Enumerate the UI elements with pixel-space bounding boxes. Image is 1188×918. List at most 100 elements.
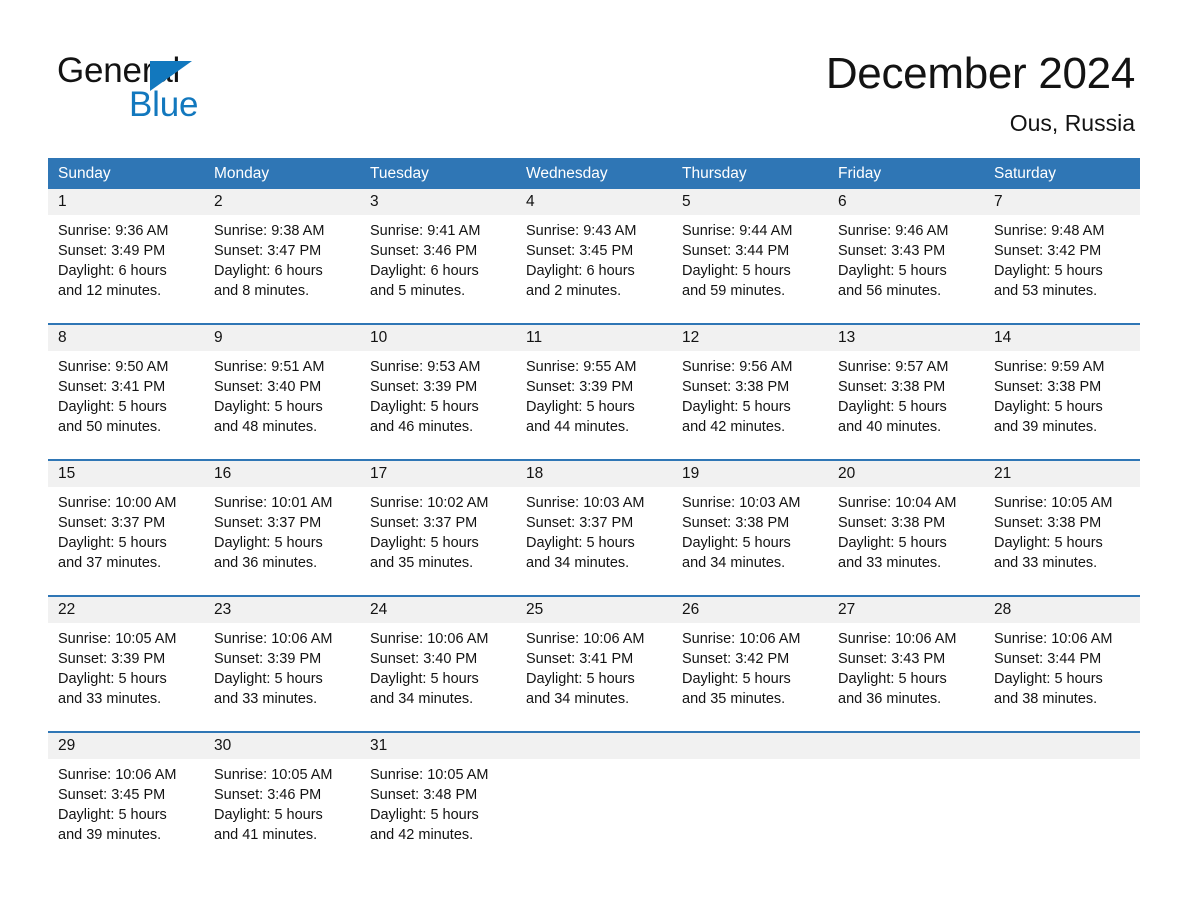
daylight-text-line1: Daylight: 5 hours [838, 535, 947, 551]
day-number[interactable]: 27 [828, 597, 984, 623]
sunrise-text: Sunrise: 9:46 AM [838, 223, 949, 239]
day-cell[interactable]: Sunrise: 10:06 AM Sunset: 3:45 PM Daylig… [48, 759, 204, 867]
sunrise-text: Sunrise: 10:06 AM [214, 631, 333, 647]
day-cell[interactable]: Sunrise: 9:59 AM Sunset: 3:38 PM Dayligh… [984, 351, 1140, 459]
day-number[interactable]: 26 [672, 597, 828, 623]
day-number[interactable]: 22 [48, 597, 204, 623]
daylight-text-line2: and 5 minutes. [370, 283, 466, 299]
day-number[interactable]: 29 [48, 733, 204, 759]
day-number[interactable]: 21 [984, 461, 1140, 487]
day-number[interactable]: 17 [360, 461, 516, 487]
daylight-text-line2: and 34 minutes. [370, 691, 474, 707]
week-daynumber-band: 29 30 31 [48, 733, 1140, 759]
daylight-text-line1: Daylight: 6 hours [58, 263, 167, 279]
day-cell[interactable]: Sunrise: 10:05 AM Sunset: 3:48 PM Daylig… [360, 759, 516, 867]
day-cell[interactable]: Sunrise: 9:50 AM Sunset: 3:41 PM Dayligh… [48, 351, 204, 459]
daylight-text-line2: and 36 minutes. [214, 555, 318, 571]
day-number[interactable]: 18 [516, 461, 672, 487]
day-number[interactable]: 31 [360, 733, 516, 759]
day-cell[interactable]: Sunrise: 10:06 AM Sunset: 3:42 PM Daylig… [672, 623, 828, 731]
day-number[interactable]: 13 [828, 325, 984, 351]
day-number[interactable]: 20 [828, 461, 984, 487]
week-daynumber-band: 22 23 24 25 26 27 28 [48, 597, 1140, 623]
daylight-text-line2: and 33 minutes. [214, 691, 318, 707]
day-number[interactable]: 5 [672, 189, 828, 215]
day-cell[interactable]: Sunrise: 10:00 AM Sunset: 3:37 PM Daylig… [48, 487, 204, 595]
day-cell[interactable]: Sunrise: 10:06 AM Sunset: 3:44 PM Daylig… [984, 623, 1140, 731]
daylight-text-line2: and 40 minutes. [838, 419, 942, 435]
daylight-text-line2: and 12 minutes. [58, 283, 162, 299]
daylight-text-line1: Daylight: 5 hours [994, 399, 1103, 415]
day-cell[interactable]: Sunrise: 9:53 AM Sunset: 3:39 PM Dayligh… [360, 351, 516, 459]
daylight-text-line2: and 33 minutes. [838, 555, 942, 571]
day-number[interactable]: 3 [360, 189, 516, 215]
calendar-week-row: 8 9 10 11 12 13 14 Sunrise: 9:50 AM Suns… [48, 323, 1140, 459]
sunset-text: Sunset: 3:42 PM [994, 243, 1102, 259]
sunset-text: Sunset: 3:37 PM [526, 515, 634, 531]
day-cell[interactable]: Sunrise: 10:06 AM Sunset: 3:40 PM Daylig… [360, 623, 516, 731]
day-number[interactable]: 24 [360, 597, 516, 623]
day-cell[interactable]: Sunrise: 10:06 AM Sunset: 3:41 PM Daylig… [516, 623, 672, 731]
day-number[interactable]: 9 [204, 325, 360, 351]
day-cell[interactable]: Sunrise: 9:36 AM Sunset: 3:49 PM Dayligh… [48, 215, 204, 323]
day-number[interactable]: 19 [672, 461, 828, 487]
day-number[interactable]: 16 [204, 461, 360, 487]
day-number[interactable]: 10 [360, 325, 516, 351]
sunrise-text: Sunrise: 10:05 AM [214, 767, 333, 783]
day-cell-empty [516, 759, 672, 867]
day-cell[interactable]: Sunrise: 10:02 AM Sunset: 3:37 PM Daylig… [360, 487, 516, 595]
day-cell[interactable]: Sunrise: 9:55 AM Sunset: 3:39 PM Dayligh… [516, 351, 672, 459]
day-number[interactable]: 14 [984, 325, 1140, 351]
day-cell[interactable]: Sunrise: 9:41 AM Sunset: 3:46 PM Dayligh… [360, 215, 516, 323]
sunrise-text: Sunrise: 9:55 AM [526, 359, 637, 375]
day-number-empty [828, 733, 984, 759]
daylight-text-line2: and 34 minutes. [526, 555, 630, 571]
day-number[interactable]: 4 [516, 189, 672, 215]
day-number[interactable]: 1 [48, 189, 204, 215]
sunset-text: Sunset: 3:44 PM [682, 243, 790, 259]
day-cell[interactable]: Sunrise: 10:05 AM Sunset: 3:38 PM Daylig… [984, 487, 1140, 595]
day-number-empty [516, 733, 672, 759]
day-cell[interactable]: Sunrise: 9:51 AM Sunset: 3:40 PM Dayligh… [204, 351, 360, 459]
sunrise-text: Sunrise: 10:01 AM [214, 495, 333, 511]
day-number[interactable]: 11 [516, 325, 672, 351]
day-cell[interactable]: Sunrise: 10:01 AM Sunset: 3:37 PM Daylig… [204, 487, 360, 595]
sunrise-text: Sunrise: 10:02 AM [370, 495, 489, 511]
day-number[interactable]: 30 [204, 733, 360, 759]
day-cell[interactable]: Sunrise: 9:43 AM Sunset: 3:45 PM Dayligh… [516, 215, 672, 323]
day-cell[interactable]: Sunrise: 9:38 AM Sunset: 3:47 PM Dayligh… [204, 215, 360, 323]
day-cell[interactable]: Sunrise: 10:06 AM Sunset: 3:43 PM Daylig… [828, 623, 984, 731]
day-cell[interactable]: Sunrise: 10:05 AM Sunset: 3:39 PM Daylig… [48, 623, 204, 731]
day-cell[interactable]: Sunrise: 10:03 AM Sunset: 3:38 PM Daylig… [672, 487, 828, 595]
day-cell[interactable]: Sunrise: 9:48 AM Sunset: 3:42 PM Dayligh… [984, 215, 1140, 323]
day-cell[interactable]: Sunrise: 9:56 AM Sunset: 3:38 PM Dayligh… [672, 351, 828, 459]
day-number[interactable]: 12 [672, 325, 828, 351]
sunrise-text: Sunrise: 10:06 AM [994, 631, 1113, 647]
daylight-text-line1: Daylight: 5 hours [58, 399, 167, 415]
day-cell[interactable]: Sunrise: 10:04 AM Sunset: 3:38 PM Daylig… [828, 487, 984, 595]
daylight-text-line2: and 41 minutes. [214, 827, 318, 843]
day-cell[interactable]: Sunrise: 9:44 AM Sunset: 3:44 PM Dayligh… [672, 215, 828, 323]
sunset-text: Sunset: 3:38 PM [682, 379, 790, 395]
sunrise-text: Sunrise: 9:50 AM [58, 359, 169, 375]
day-number[interactable]: 25 [516, 597, 672, 623]
sunset-text: Sunset: 3:39 PM [370, 379, 478, 395]
day-cell[interactable]: Sunrise: 9:46 AM Sunset: 3:43 PM Dayligh… [828, 215, 984, 323]
day-number[interactable]: 23 [204, 597, 360, 623]
day-number[interactable]: 8 [48, 325, 204, 351]
day-cell[interactable]: Sunrise: 10:03 AM Sunset: 3:37 PM Daylig… [516, 487, 672, 595]
day-cell[interactable]: Sunrise: 9:57 AM Sunset: 3:38 PM Dayligh… [828, 351, 984, 459]
day-number[interactable]: 28 [984, 597, 1140, 623]
daylight-text-line2: and 48 minutes. [214, 419, 318, 435]
day-number[interactable]: 6 [828, 189, 984, 215]
general-blue-logo[interactable]: General Blue [57, 52, 317, 124]
daylight-text-line2: and 42 minutes. [682, 419, 786, 435]
day-number[interactable]: 2 [204, 189, 360, 215]
sunrise-text: Sunrise: 10:00 AM [58, 495, 177, 511]
day-cell[interactable]: Sunrise: 10:05 AM Sunset: 3:46 PM Daylig… [204, 759, 360, 867]
day-number[interactable]: 15 [48, 461, 204, 487]
sunset-text: Sunset: 3:41 PM [58, 379, 166, 395]
day-cell[interactable]: Sunrise: 10:06 AM Sunset: 3:39 PM Daylig… [204, 623, 360, 731]
day-number[interactable]: 7 [984, 189, 1140, 215]
week-detail-band: Sunrise: 9:36 AM Sunset: 3:49 PM Dayligh… [48, 215, 1140, 323]
